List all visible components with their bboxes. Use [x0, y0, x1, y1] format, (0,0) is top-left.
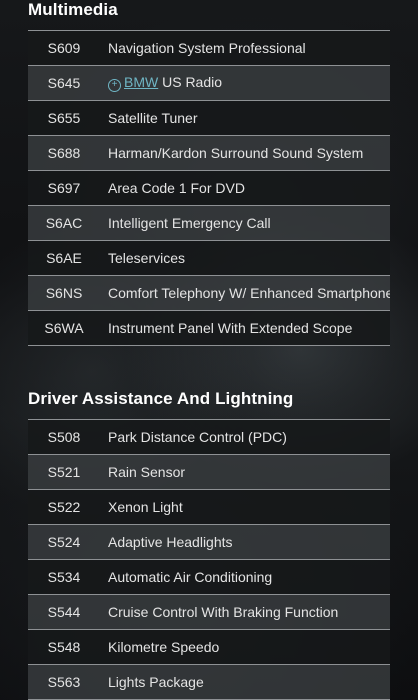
table-row: S544 Cruise Control With Braking Functio… — [28, 595, 390, 630]
table-row: S508 Park Distance Control (PDC) — [28, 420, 390, 455]
table-row: S563 Lights Package — [28, 665, 390, 700]
option-code: S563 — [47, 674, 81, 690]
table-row: S6AC Intelligent Emergency Call — [28, 206, 390, 241]
table-row: S6AE Teleservices — [28, 241, 390, 276]
option-description: Park Distance Control (PDC) — [108, 429, 287, 445]
option-description: Satellite Tuner — [108, 110, 198, 126]
plus-circle-icon: + — [108, 79, 121, 92]
option-description: Automatic Air Conditioning — [108, 569, 273, 585]
option-code: S655 — [47, 110, 81, 126]
option-code: S534 — [47, 569, 81, 585]
option-description: Intelligent Emergency Call — [108, 215, 271, 231]
bmw-link[interactable]: + BMW — [108, 74, 159, 92]
option-description: Harman/Kardon Surround Sound System — [108, 145, 364, 161]
table-row: S548 Kilometre Speedo — [28, 630, 390, 665]
option-description: Area Code 1 For DVD — [108, 180, 245, 196]
table-row: S645 + BMW US Radio — [28, 66, 390, 101]
table-row: S534 Automatic Air Conditioning — [28, 560, 390, 595]
option-description: Adaptive Headlights — [108, 534, 233, 550]
option-code: S522 — [47, 499, 81, 515]
option-code: S6AE — [46, 250, 82, 266]
option-code: S508 — [47, 429, 81, 445]
option-description: Xenon Light — [108, 499, 183, 515]
option-code: S6WA — [44, 320, 84, 336]
section-title-driver-assistance: Driver Assistance And Lightning — [28, 389, 294, 408]
table-row: S688 Harman/Kardon Surround Sound System — [28, 136, 390, 171]
option-description-text: US Radio — [162, 74, 223, 90]
option-code: S697 — [47, 180, 81, 196]
option-code: S524 — [47, 534, 81, 550]
table-row: S6WA Instrument Panel With Extended Scop… — [28, 311, 390, 346]
table-row: S522 Xenon Light — [28, 490, 390, 525]
options-page: Multimedia S609 Navigation System Profes… — [0, 0, 418, 700]
table-row: S6NS Comfort Telephony W/ Enhanced Smart… — [28, 276, 390, 311]
option-code: S544 — [47, 604, 81, 620]
option-description: Kilometre Speedo — [108, 639, 220, 655]
option-description: Rain Sensor — [108, 464, 186, 480]
option-code: S521 — [47, 464, 81, 480]
option-description: + BMW US Radio — [100, 74, 390, 92]
option-description: Navigation System Professional — [108, 40, 306, 56]
options-table-driver-assistance: S508 Park Distance Control (PDC) S521 Ra… — [28, 419, 390, 700]
section-title-multimedia: Multimedia — [28, 0, 118, 19]
option-description: Cruise Control With Braking Function — [108, 604, 339, 620]
table-row: S524 Adaptive Headlights — [28, 525, 390, 560]
option-code: S688 — [47, 145, 81, 161]
options-table-multimedia: S609 Navigation System Professional S645… — [28, 30, 390, 346]
option-description: Instrument Panel With Extended Scope — [108, 320, 353, 336]
option-code: S6AC — [45, 215, 83, 231]
table-row: S521 Rain Sensor — [28, 455, 390, 490]
option-description: Lights Package — [108, 674, 204, 690]
option-code: S548 — [47, 639, 81, 655]
table-row: S609 Navigation System Professional — [28, 31, 390, 66]
option-code: S609 — [47, 40, 81, 56]
table-row: S697 Area Code 1 For DVD — [28, 171, 390, 206]
option-description: Comfort Telephony W/ Enhanced Smartphone — [108, 285, 390, 301]
table-row: S655 Satellite Tuner — [28, 101, 390, 136]
option-code: S6NS — [45, 285, 83, 301]
option-description: Teleservices — [108, 250, 186, 266]
option-code: S645 — [47, 75, 81, 91]
brand-label: BMW — [124, 74, 159, 90]
